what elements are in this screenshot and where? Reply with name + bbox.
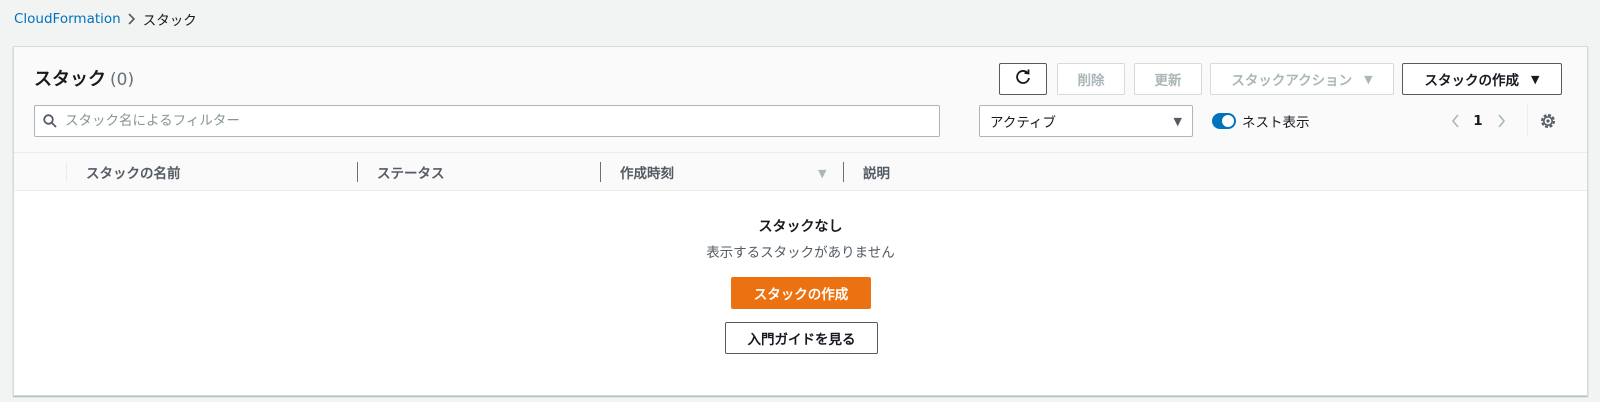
create-stack-label: スタックの作成	[1424, 73, 1520, 89]
breadcrumb-current: スタック	[142, 13, 197, 29]
stack-filter-input[interactable]	[65, 107, 939, 135]
update-button[interactable]: 更新	[1134, 63, 1202, 95]
nested-view-toggle[interactable]: ネスト表示	[1212, 111, 1310, 131]
column-header-stack-name[interactable]: スタックの名前	[86, 153, 181, 191]
table-header: スタックの名前 ステータス 作成時刻 ▼ 説明	[14, 153, 1587, 191]
page-number[interactable]: 1	[1468, 113, 1488, 129]
stack-filter	[34, 105, 940, 137]
status-select-value: アクティブ	[990, 115, 1057, 131]
create-stack-button[interactable]: スタックの作成	[731, 277, 871, 309]
search-icon	[35, 114, 65, 128]
refresh-icon	[1014, 68, 1032, 90]
column-header-status[interactable]: ステータス	[377, 153, 445, 191]
stack-actions-label: スタックアクション	[1231, 73, 1353, 89]
stacks-panel: スタック (0) 削除 更新 スタックアクション ▼ スタックの作成 ▼ スタッ…	[13, 46, 1588, 396]
caret-down-icon: ▼	[1364, 72, 1373, 86]
sort-descending-icon[interactable]: ▼	[818, 167, 826, 180]
page-title: スタック (0)	[34, 65, 134, 91]
stack-count: (0)	[110, 70, 135, 90]
delete-button-label: 削除	[1077, 73, 1105, 89]
panel-header: スタック (0) 削除 更新 スタックアクション ▼ スタックの作成 ▼ スタッ…	[14, 47, 1587, 153]
breadcrumb: CloudFormation スタック	[14, 9, 197, 29]
chevron-right-icon	[121, 13, 143, 25]
pagination: 1	[1442, 109, 1514, 133]
divider	[1527, 105, 1528, 137]
getting-started-guide-button[interactable]: 入門ガイドを見る	[725, 322, 878, 354]
status-select[interactable]: アクティブ ▼	[979, 105, 1193, 137]
gear-icon[interactable]	[1538, 111, 1558, 131]
delete-button[interactable]: 削除	[1057, 63, 1125, 95]
column-header-description[interactable]: 説明	[863, 153, 890, 191]
caret-down-icon: ▼	[1173, 114, 1182, 128]
caret-down-icon: ▼	[1531, 72, 1540, 86]
toggle-switch[interactable]	[1212, 113, 1236, 129]
toggle-knob	[1222, 115, 1234, 127]
column-separator[interactable]	[843, 162, 844, 182]
previous-page-button[interactable]	[1442, 114, 1468, 128]
column-header-created-time[interactable]: 作成時刻	[620, 153, 674, 191]
column-separator	[66, 162, 67, 182]
empty-state-title: スタックなし	[758, 219, 843, 235]
empty-state-message: 表示するスタックがありません	[706, 245, 895, 261]
stack-actions-dropdown[interactable]: スタックアクション ▼	[1210, 63, 1394, 95]
column-separator[interactable]	[357, 162, 358, 182]
breadcrumb-cloudformation-link[interactable]: CloudFormation	[14, 11, 121, 27]
update-button-label: 更新	[1154, 73, 1182, 89]
nested-view-label: ネスト表示	[1242, 115, 1310, 131]
panel-title: スタック	[34, 69, 106, 90]
refresh-button[interactable]	[999, 63, 1047, 95]
next-page-button[interactable]	[1488, 114, 1514, 128]
column-separator[interactable]	[600, 162, 601, 182]
create-stack-dropdown[interactable]: スタックの作成 ▼	[1402, 63, 1562, 95]
